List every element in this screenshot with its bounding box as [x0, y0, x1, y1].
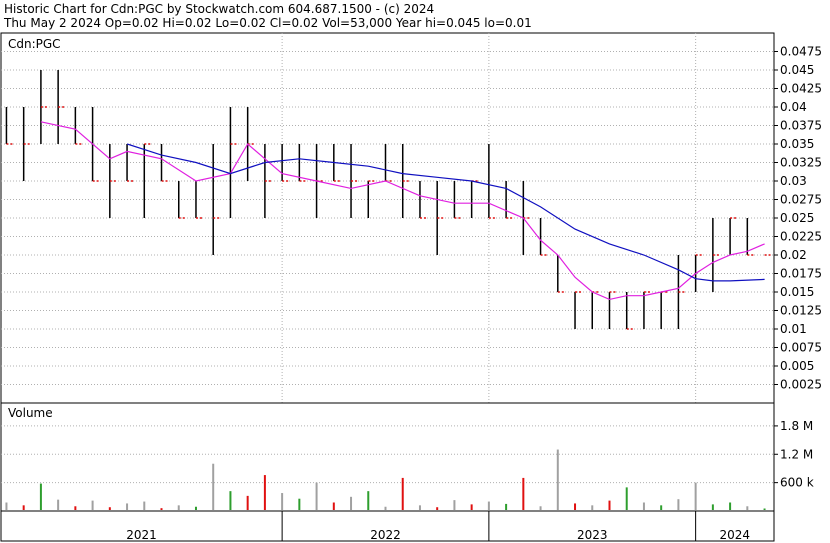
- price-tick-label: 0.045: [780, 63, 814, 77]
- price-tick-label: 0.0425: [780, 82, 822, 96]
- volume-tick-label: 600 k: [780, 476, 814, 490]
- year-label: 2021: [126, 528, 157, 542]
- price-tick-label: 0.0375: [780, 119, 822, 133]
- chart-header-stats: Thu May 2 2024 Op=0.02 Hi=0.02 Lo=0.02 C…: [3, 16, 532, 30]
- price-tick-label: 0.0275: [780, 193, 822, 207]
- price-tick-label: 0.0125: [780, 304, 822, 318]
- volume-y-axis: 1.8 M 1.2 M 600 k: [774, 419, 814, 490]
- volume-panel-title: Volume: [8, 406, 53, 420]
- price-tick-label: 0.035: [780, 137, 814, 151]
- price-tick-label: 0.0075: [780, 341, 822, 355]
- stock-chart: Historic Chart for Cdn:PGC by Stockwatch…: [0, 2, 822, 542]
- price-panel-title: Cdn:PGC: [8, 37, 61, 51]
- price-tick-label: 0.01: [780, 322, 807, 336]
- chart-header-title: Historic Chart for Cdn:PGC by Stockwatch…: [4, 2, 434, 16]
- price-tick-label: 0.0475: [780, 45, 822, 59]
- year-label: 2022: [370, 528, 401, 542]
- volume-tick-label: 1.8 M: [780, 419, 813, 433]
- volume-panel: [0, 402, 775, 512]
- price-tick-label: 0.03: [780, 174, 807, 188]
- price-tick-label: 0.0225: [780, 230, 822, 244]
- price-tick-label: 0.0325: [780, 156, 822, 170]
- price-tick-label: 0.015: [780, 285, 814, 299]
- price-y-axis: 0.0475 0.045 0.0425 0.04 0.0375 0.035 0.0325 0.…: [774, 45, 822, 392]
- price-tick-label: 0.005: [780, 359, 814, 373]
- price-tick-label: 0.0025: [780, 378, 822, 392]
- year-label: 2024: [720, 528, 751, 542]
- price-tick-label: 0.025: [780, 211, 814, 225]
- volume-tick-label: 1.2 M: [780, 447, 813, 461]
- price-tick-label: 0.04: [780, 100, 807, 114]
- year-label: 2023: [577, 528, 608, 542]
- price-tick-label: 0.02: [780, 248, 807, 262]
- price-tick-label: 0.0175: [780, 267, 822, 281]
